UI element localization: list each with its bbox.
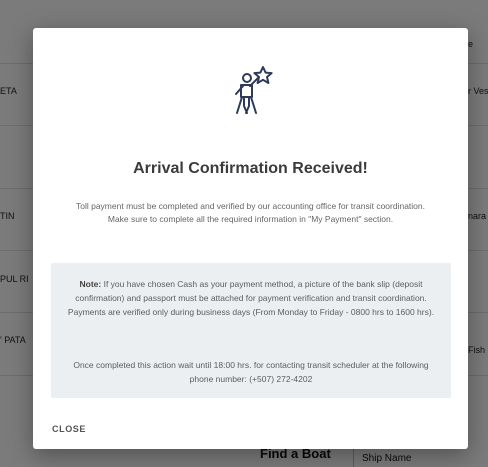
- note-text: Note: If you have chosen Cash as your pa…: [62, 277, 440, 319]
- note-panel: Note: If you have chosen Cash as your pa…: [51, 263, 451, 398]
- dialog-body-text: Toll payment must be completed and verif…: [75, 201, 425, 224]
- note-body: If you have chosen Cash as your payment …: [67, 279, 435, 317]
- note-followup-text: Once completed this action wait until 18…: [73, 360, 429, 384]
- note-label: Note:: [79, 279, 102, 289]
- person-holding-star-icon: [229, 64, 273, 116]
- dialog-title: Arrival Confirmation Received!: [133, 160, 368, 177]
- close-button[interactable]: CLOSE: [52, 424, 86, 434]
- arrival-confirmation-dialog: Arrival Confirmation Received! Toll paym…: [33, 28, 468, 449]
